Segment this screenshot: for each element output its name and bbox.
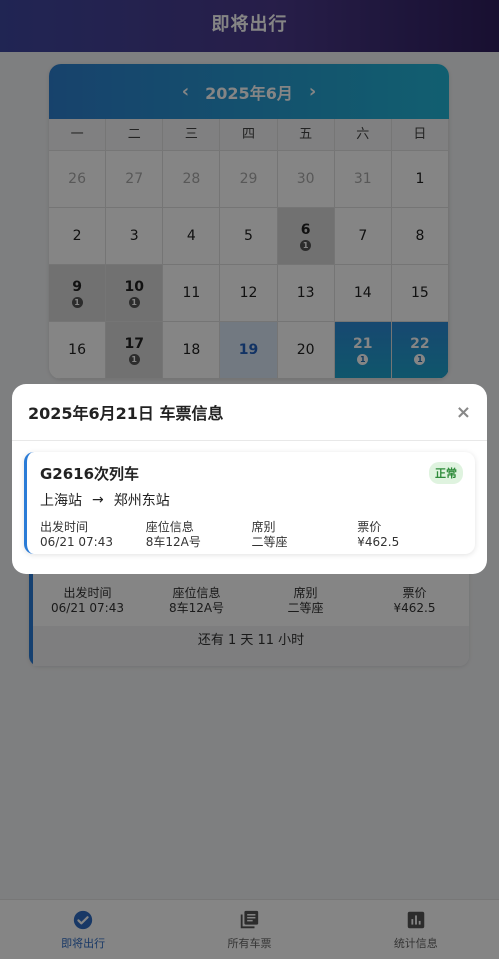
departure-station: 上海站 <box>40 493 82 509</box>
departure-time: 出发时间 06/21 07:43 <box>40 520 146 550</box>
arrow-right-icon: → <box>92 492 104 508</box>
info-label: 票价 <box>357 520 382 534</box>
ticket-detail-card: G2616次列车 正常 上海站 → 郑州东站 出发时间 06/21 07:43 … <box>24 452 475 554</box>
info-value: ¥462.5 <box>357 535 400 549</box>
close-icon[interactable]: × <box>456 402 471 423</box>
info-label: 出发时间 <box>40 520 89 534</box>
info-value: 8车12A号 <box>145 535 201 549</box>
modal-header: 2025年6月21日 车票信息 × <box>12 384 487 441</box>
info-label: 座位信息 <box>145 520 194 534</box>
seat-class: 席别 二等座 <box>252 520 358 550</box>
info-label: 席别 <box>251 520 276 534</box>
modal-title: 2025年6月21日 车票信息 <box>28 404 224 423</box>
route: 上海站 → 郑州东站 <box>40 490 463 510</box>
arrival-station: 郑州东站 <box>113 493 170 509</box>
info-value: 二等座 <box>251 535 288 549</box>
ticket-detail-modal: 2025年6月21日 车票信息 × G2616次列车 正常 上海站 → 郑州东站… <box>12 384 487 574</box>
ticket-info-row: 出发时间 06/21 07:43 座位信息 8车12A号 席别 二等座 票价 ¥… <box>40 520 463 550</box>
seat-info: 座位信息 8车12A号 <box>146 520 252 550</box>
status-badge: 正常 <box>429 462 463 484</box>
ticket-price: 票价 ¥462.5 <box>357 520 463 550</box>
info-value: 06/21 07:43 <box>40 535 113 549</box>
train-number: G2616次列车 <box>40 464 140 483</box>
